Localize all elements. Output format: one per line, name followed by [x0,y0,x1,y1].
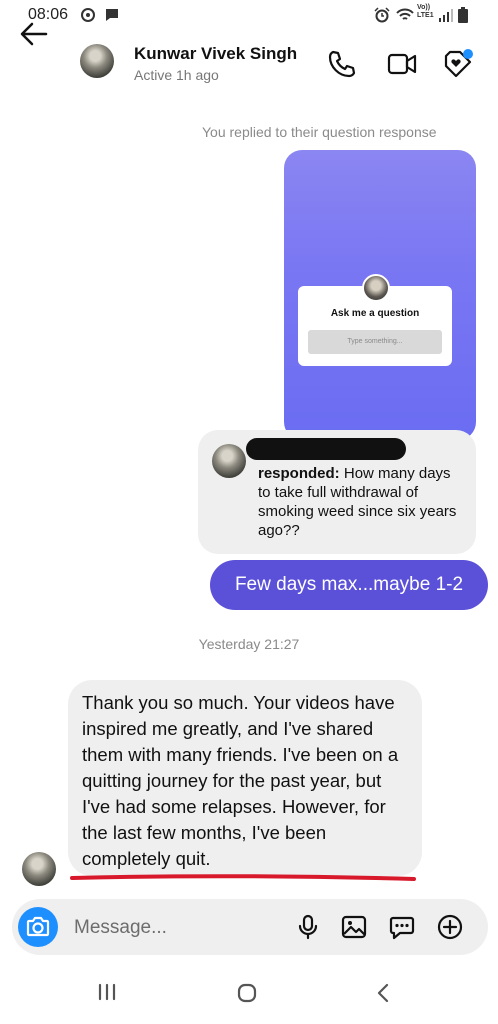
contact-avatar[interactable] [80,44,114,78]
plus-circle-icon[interactable] [436,913,464,941]
back-icon[interactable] [374,982,394,1004]
story-preview-card[interactable]: Ask me a question Type something... [284,150,476,440]
gallery-icon[interactable] [340,913,368,941]
responded-label: responded: [258,465,340,482]
home-icon[interactable] [236,982,258,1004]
settings-notification-icon [81,8,95,22]
network-label: Vo)) LTE1 [417,4,434,19]
notification-dot [463,49,473,59]
question-sticker-input: Type something... [308,330,442,354]
sender-avatar[interactable] [22,852,56,886]
signal-icon [439,9,453,22]
camera-button[interactable] [18,907,58,947]
phone-icon[interactable] [326,48,358,80]
red-underline-annotation [70,874,416,881]
message-timestamp: Yesterday 21:27 [198,636,300,652]
microphone-icon[interactable] [294,913,322,941]
back-arrow-icon[interactable] [18,20,50,48]
tag-heart-icon[interactable] [442,48,474,80]
message-composer [12,899,488,957]
story-avatar [362,274,390,302]
alarm-icon [374,7,390,23]
sticker-chat-icon[interactable] [388,913,416,941]
contact-name[interactable]: Kunwar Vivek Singh [134,44,297,64]
received-message-text: Thank you so much. Your videos have insp… [82,692,399,869]
question-sticker-title: Ask me a question [330,308,420,319]
wifi-icon [396,8,414,20]
response-text: responded: How many days to take full wi… [258,464,466,540]
battery-icon [458,7,468,23]
received-message-bubble[interactable]: Thank you so much. Your videos have insp… [68,680,422,876]
status-bar: 08:06 Vo)) LTE1 [0,0,498,32]
reply-note: You replied to their question response [202,124,437,140]
recent-apps-icon[interactable] [96,982,118,1002]
question-response-card[interactable]: responded: How many days to take full wi… [198,430,476,554]
contact-activity-status: Active 1h ago [134,67,219,83]
camera-icon [26,916,50,937]
sent-message-bubble[interactable]: Few days max...maybe 1-2 [210,560,488,610]
chat-header [0,32,498,104]
redacted-username [246,438,406,460]
message-input[interactable] [72,899,276,957]
system-nav-bar [0,960,498,1024]
video-camera-icon[interactable] [386,48,418,80]
responder-avatar [212,444,246,478]
message-notification-icon [106,9,118,21]
